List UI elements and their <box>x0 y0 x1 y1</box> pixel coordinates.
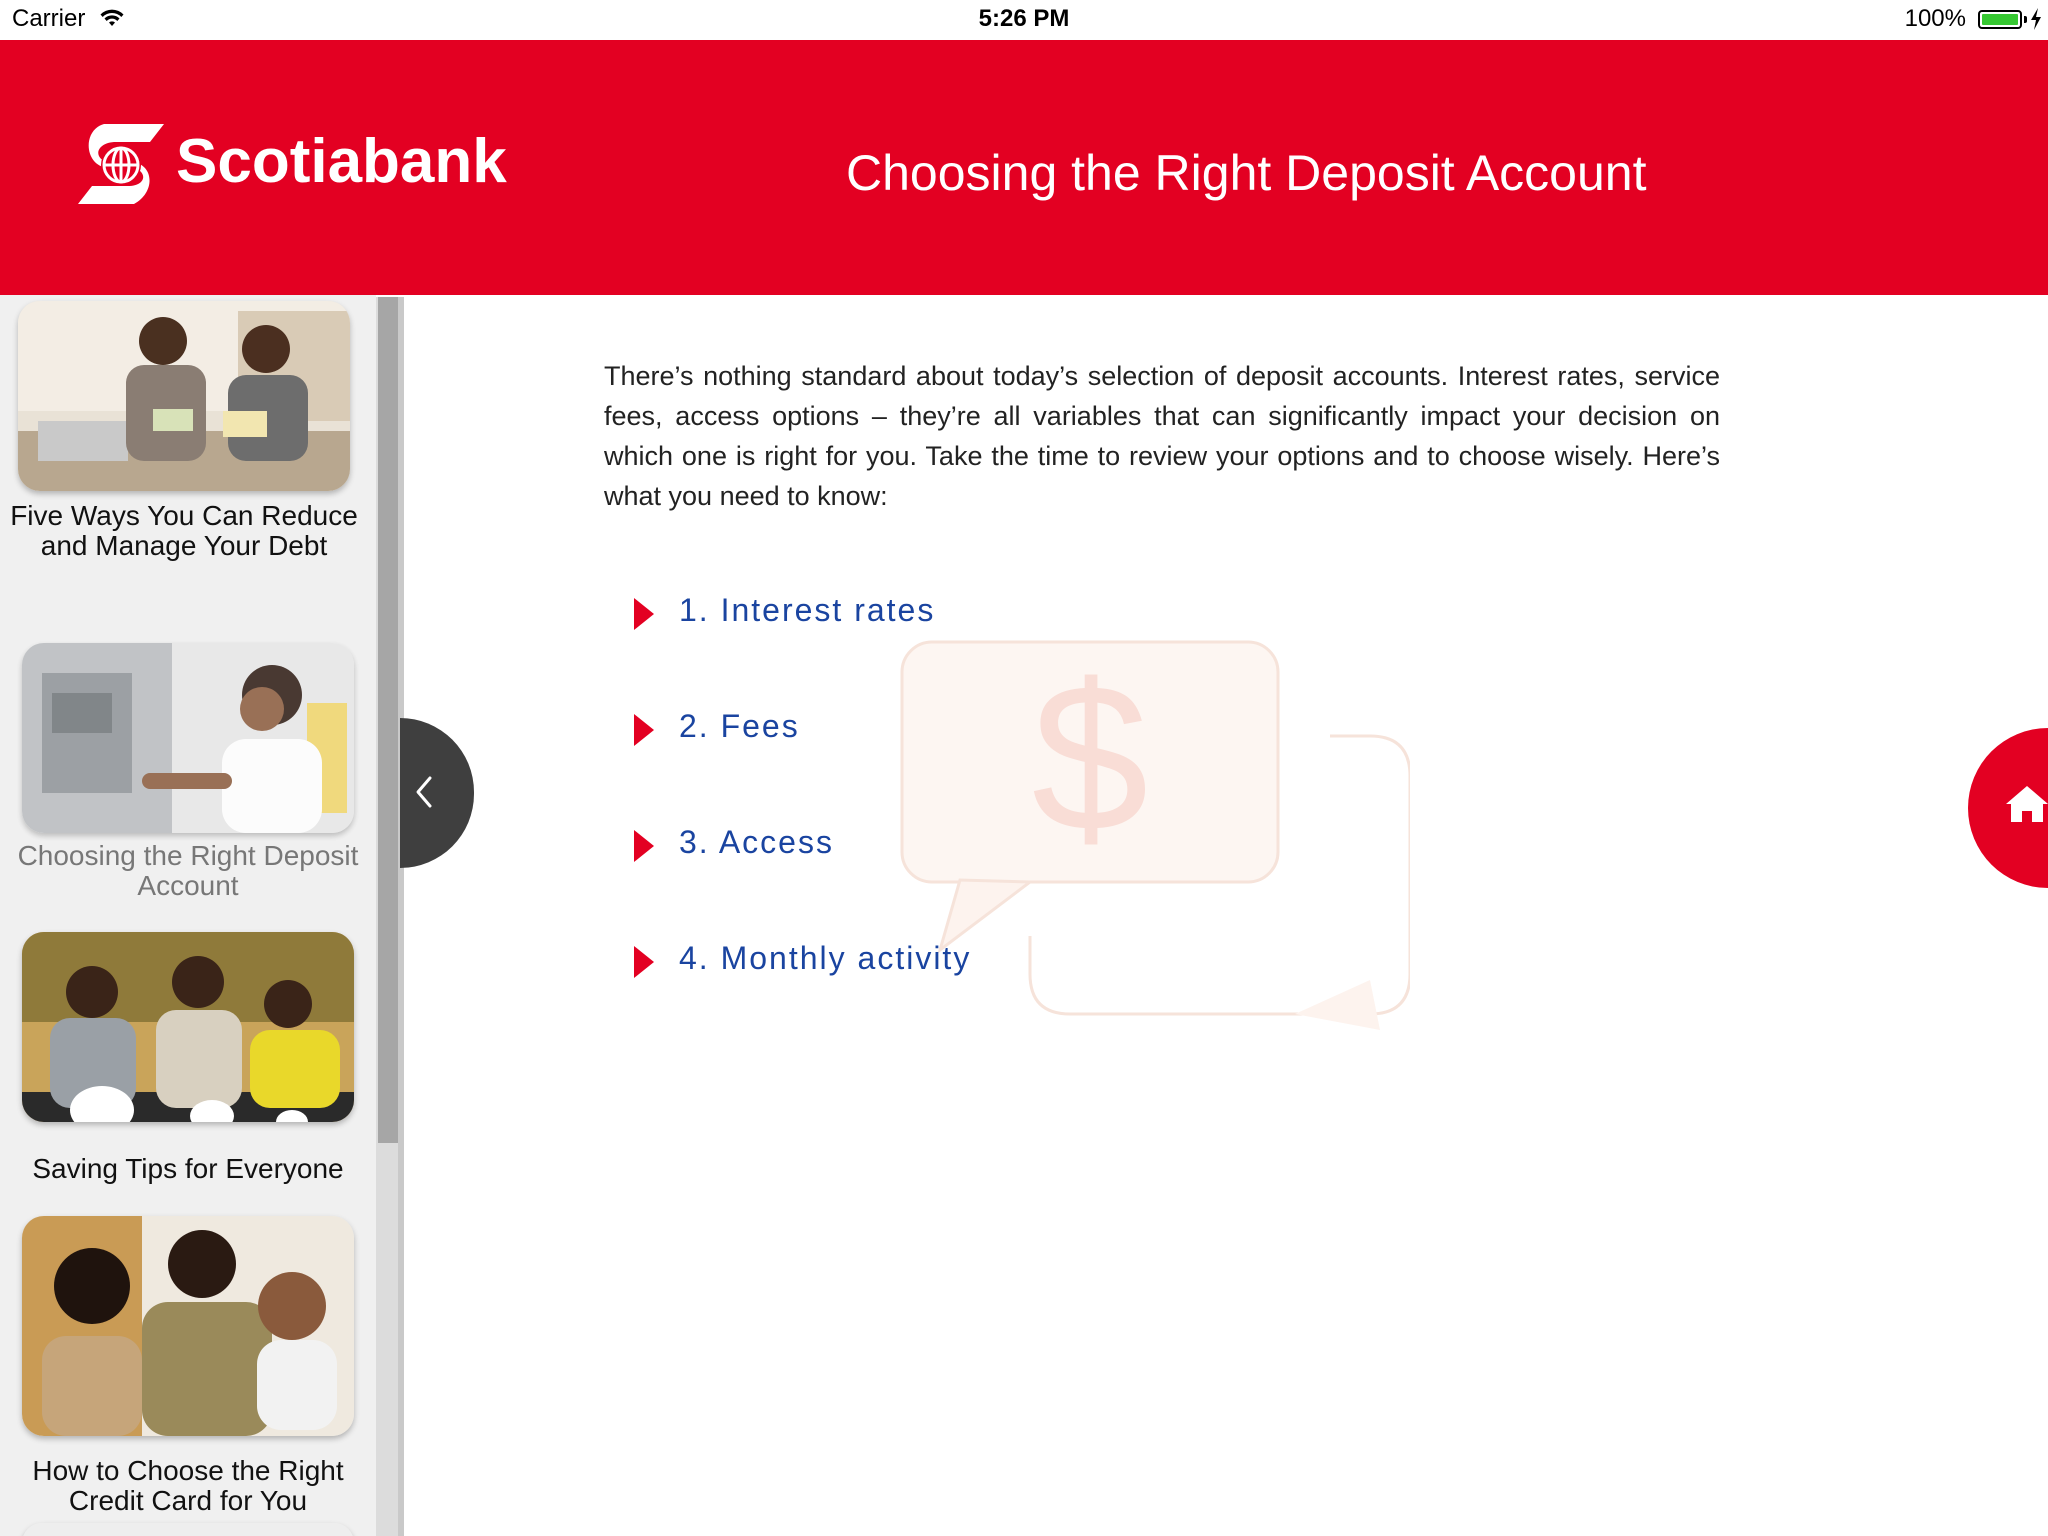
play-triangle-icon <box>634 598 654 630</box>
play-triangle-icon <box>634 946 654 978</box>
scotiabank-globe-icon <box>78 124 164 204</box>
sidebar-divider <box>398 297 404 1536</box>
article-thumbnail[interactable] <box>18 301 350 491</box>
article-thumbnail[interactable] <box>22 1216 354 1436</box>
home-icon <box>2006 786 2048 822</box>
play-triangle-icon <box>634 830 654 862</box>
sidebar-item-label: Saving Tips for Everyone <box>32 1153 344 1184</box>
svg-text:$: $ <box>1032 640 1149 875</box>
clock: 5:26 PM <box>978 5 1070 32</box>
topic-label: 1. Interest rates <box>679 592 936 628</box>
app-header: Scotiabank Choosing the Right Deposit Ac… <box>0 40 2048 295</box>
sidebar-item-label: Choosing the Right Deposit Account <box>17 840 359 901</box>
article-thumbnail[interactable] <box>22 643 354 833</box>
home-button[interactable] <box>1968 728 2048 888</box>
article-thumbnail[interactable] <box>22 932 354 1122</box>
sidebar-scroll-thumb[interactable] <box>378 297 398 1143</box>
topic-label: 4. Monthly activity <box>679 940 972 976</box>
chevron-left-icon <box>416 776 432 808</box>
charging-bolt-icon <box>2031 8 2041 30</box>
intro-paragraph: There’s nothing standard about today’s s… <box>604 361 1720 511</box>
topic-label: 3. Access <box>679 824 834 860</box>
play-triangle-icon <box>634 714 654 746</box>
article-thumbnail[interactable] <box>22 1523 354 1536</box>
battery-percent: 100% <box>1904 5 1966 32</box>
article-sidebar[interactable]: Five Ways You Can Reduce and Manage Your… <box>0 295 376 1536</box>
topic-label: 2. Fees <box>679 708 800 744</box>
sidebar-item-label: Five Ways You Can Reduce and Manage Your… <box>10 500 358 561</box>
money-chat-watermark-icon: $ <box>900 640 1410 1030</box>
sidebar-item-label: How to Choose the Right Credit Card for … <box>32 1455 344 1516</box>
battery-icon <box>1978 10 2022 29</box>
status-bar: Carrier 5:26 PM 100% <box>0 0 2048 40</box>
page-title: Choosing the Right Deposit Account <box>846 145 1647 201</box>
battery-tip <box>2024 16 2027 23</box>
brand-name: Scotiabank <box>176 127 507 196</box>
collapse-sidebar-button[interactable] <box>400 718 474 868</box>
